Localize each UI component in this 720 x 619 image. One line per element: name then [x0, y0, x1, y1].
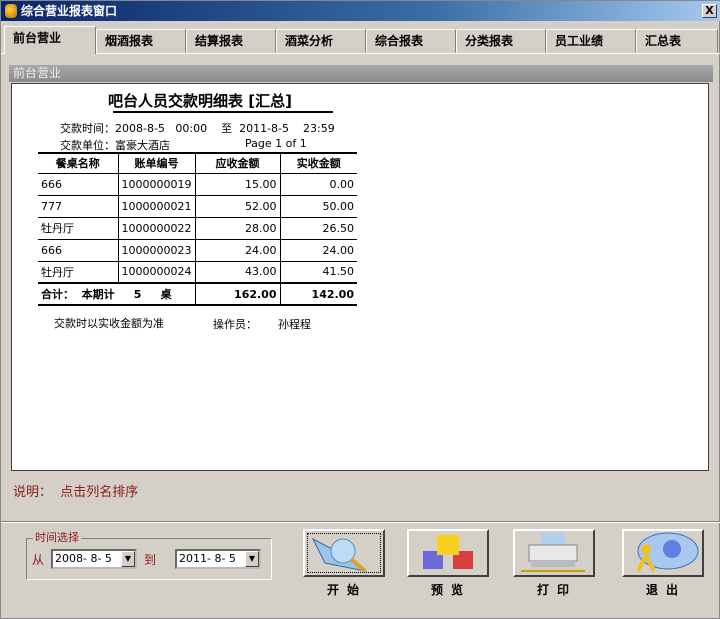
table-row: 牡丹厅 1000000022 28.00 26.50: [38, 217, 357, 240]
table-row: 666 1000000023 24.00 24.00: [38, 239, 357, 262]
cell: 1000000023: [118, 239, 196, 262]
to-label: 到: [144, 553, 157, 567]
to-date-picker[interactable]: 2011- 8- 5 ▼: [175, 549, 261, 569]
tab-settlement[interactable]: 结算报表: [186, 29, 276, 53]
from-label: 从: [32, 553, 45, 567]
title-underline: [113, 111, 333, 113]
cell: 28.00: [195, 217, 281, 240]
report-title: 吧台人员交款明细表 [汇总]: [108, 92, 292, 110]
tab-summary[interactable]: 汇总表: [636, 29, 718, 53]
window-title: 综合营业报表窗口: [21, 4, 118, 18]
cell: 牡丹厅: [38, 261, 119, 284]
col-paid[interactable]: 实收金额: [280, 153, 357, 174]
cell: 1000000021: [118, 195, 196, 218]
cell: 50.00: [280, 195, 357, 218]
tab-tobacco-wine[interactable]: 烟酒报表: [96, 29, 186, 53]
tab-divider: [1, 53, 720, 54]
operator-label: 操作员：: [213, 318, 257, 331]
app-icon: [5, 4, 17, 18]
table-row: 666 1000000019 15.00 0.00: [38, 173, 357, 196]
preview-button[interactable]: [407, 529, 489, 577]
start-label: 开始: [326, 583, 367, 597]
table-header: 餐桌名称 账单编号 应收金额 实收金额: [38, 153, 357, 174]
cell: 1000000019: [118, 173, 196, 196]
cell: 15.00: [195, 173, 281, 196]
print-button[interactable]: [513, 529, 595, 577]
cubes-icon: [423, 535, 473, 569]
report-unit: 交款单位：富豪大酒店: [60, 139, 170, 152]
tab-staff[interactable]: 员工业绩: [546, 29, 636, 53]
cell: 1000000022: [118, 217, 196, 240]
col-table-name[interactable]: 餐桌名称: [38, 153, 119, 174]
cell: 666: [38, 239, 119, 262]
total-paid: 142.00: [280, 283, 357, 306]
sort-hint: 说明： 点击列名排序: [13, 485, 139, 500]
tab-comprehensive[interactable]: 综合报表: [366, 29, 456, 53]
cell: 0.00: [280, 173, 357, 196]
exit-label: 退出: [645, 583, 686, 597]
start-button[interactable]: [303, 529, 385, 577]
footer-note: 交款时以实收金额为准: [54, 317, 164, 330]
tab-front-desk[interactable]: 前台营业: [4, 26, 96, 54]
preview-label: 预览: [430, 583, 471, 597]
cell: 52.00: [195, 195, 281, 218]
cell: 24.00: [195, 239, 281, 262]
from-date-value: 2008- 8- 5: [55, 552, 112, 565]
panel-header: 前台营业: [9, 65, 713, 82]
cell: 牡丹厅: [38, 217, 119, 240]
col-bill-no[interactable]: 账单编号: [118, 153, 196, 174]
title-bar: 综合营业报表窗口 X: [1, 1, 720, 21]
exit-person-icon: [636, 532, 699, 572]
table-row: 777 1000000021 52.00 50.00: [38, 195, 357, 218]
table-row: 牡丹厅 1000000024 43.00 41.50: [38, 261, 357, 284]
report-page: Page 1 of 1: [245, 137, 307, 150]
cell: 24.00: [280, 239, 357, 262]
cell: 666: [38, 173, 119, 196]
chevron-down-icon[interactable]: ▼: [245, 551, 259, 567]
report-time-range: 交款时间：2008-8-5 00:00 至 2011-8-5 23:59: [60, 122, 335, 135]
close-button[interactable]: X: [702, 4, 717, 18]
time-select-label: 时间选择: [33, 529, 81, 545]
from-date-picker[interactable]: 2008- 8- 5 ▼: [51, 549, 137, 569]
total-label: 合计： 本期计 5 桌: [38, 283, 196, 306]
cell: 43.00: [195, 261, 281, 284]
total-row: 合计： 本期计 5 桌 162.00 142.00: [38, 283, 357, 306]
divider: [1, 521, 720, 523]
to-date-value: 2011- 8- 5: [179, 552, 236, 565]
chevron-down-icon[interactable]: ▼: [121, 551, 135, 567]
print-label: 打印: [536, 583, 577, 597]
exit-button[interactable]: [622, 529, 704, 577]
operator-name: 孙程程: [278, 318, 311, 331]
cell: 41.50: [280, 261, 357, 284]
cell: 26.50: [280, 217, 357, 240]
col-due[interactable]: 应收金额: [195, 153, 281, 174]
report-table: 餐桌名称 账单编号 应收金额 实收金额 666 1000000019 15.00 0.…: [38, 152, 357, 306]
cell: 777: [38, 195, 119, 218]
tab-category[interactable]: 分类报表: [456, 29, 546, 53]
report-view: 吧台人员交款明细表 [汇总] 交款时间：2008-8-5 00:00 至 201…: [11, 83, 709, 471]
magnifier-icon: [311, 537, 367, 573]
tab-dish-analysis[interactable]: 酒菜分析: [276, 29, 366, 53]
total-due: 162.00: [195, 283, 281, 306]
cell: 1000000024: [118, 261, 196, 284]
printer-icon: [521, 533, 585, 572]
